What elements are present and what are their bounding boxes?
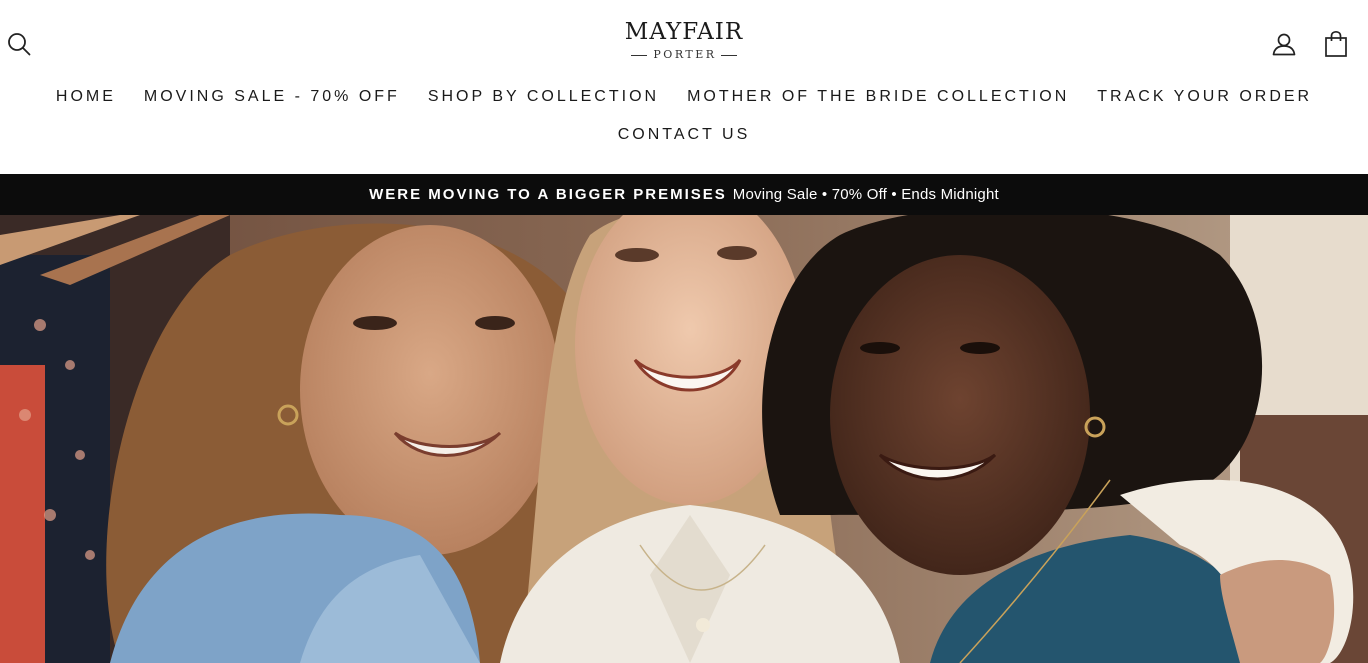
nav-item-home[interactable]: HOME [56,84,116,110]
site-header: MAYFAIR PORTER HOME MOVING SALE - 70% OF… [0,0,1368,174]
shopping-bag-icon [1323,30,1349,58]
account-button[interactable] [1271,31,1297,57]
nav-item-contact-us[interactable]: CONTACT US [618,122,751,148]
announcement-text: Moving Sale • 70% Off • Ends Midnight [732,186,999,203]
main-navigation: HOME MOVING SALE - 70% OFF SHOP BY COLLE… [0,84,1368,148]
nav-item-shop-by-collection[interactable]: SHOP BY COLLECTION [428,84,659,110]
user-icon [1271,31,1297,57]
announcement-headline: WERE MOVING TO A BIGGER PREMISES [369,186,727,203]
logo-rule-left [631,54,648,56]
nav-row-primary: HOME MOVING SALE - 70% OFF SHOP BY COLLE… [0,84,1368,110]
hero-banner[interactable] [0,215,1368,663]
nav-row-secondary: CONTACT US [0,122,1368,148]
announcement-bar[interactable]: WERE MOVING TO A BIGGER PREMISES Moving … [0,174,1368,215]
hero-image [0,215,1368,663]
nav-item-mother-of-the-bride[interactable]: MOTHER OF THE BRIDE COLLECTION [687,84,1069,110]
logo-subtitle: PORTER [653,48,717,61]
logo-subline: PORTER [584,47,784,63]
logo-rule-right [720,54,737,56]
search-icon [6,31,32,57]
site-logo[interactable]: MAYFAIR PORTER [584,18,784,66]
nav-item-moving-sale[interactable]: MOVING SALE - 70% OFF [144,84,400,110]
nav-item-track-order[interactable]: TRACK YOUR ORDER [1097,84,1312,110]
logo-wordmark: MAYFAIR [624,19,744,45]
cart-button[interactable] [1323,30,1349,58]
search-button[interactable] [6,31,32,57]
